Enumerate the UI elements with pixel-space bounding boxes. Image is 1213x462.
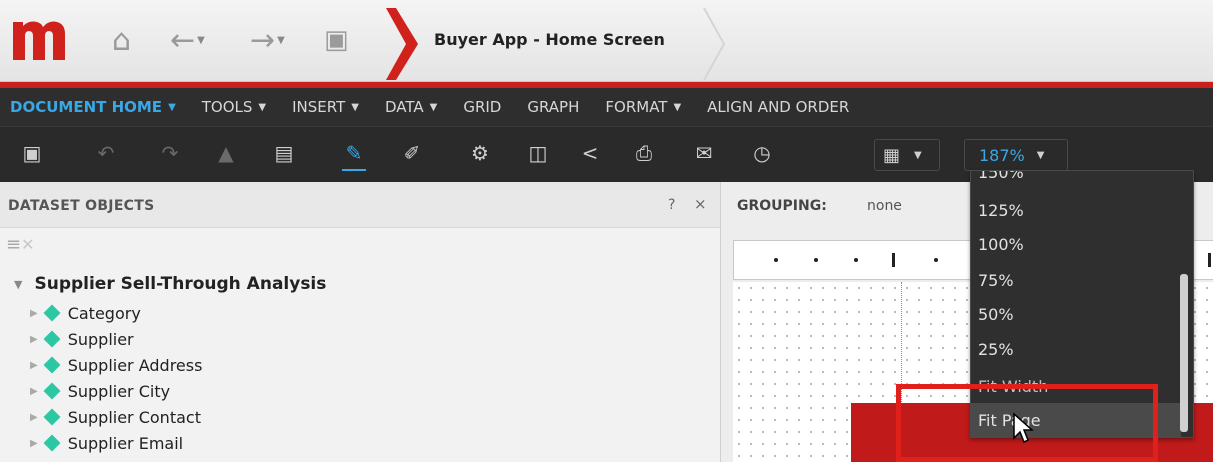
dataset-tools: ≡✕ [6,234,35,255]
chevron-down-icon: ▼ [351,101,359,113]
close-button[interactable]: × [694,195,707,213]
breadcrumb-title[interactable]: Buyer App - Home Screen [434,30,665,49]
menu-tools[interactable]: TOOLS ▼ [202,98,266,116]
panel-header: DATASET OBJECTS ? × [0,182,720,228]
expand-icon[interactable]: ▶ [30,308,38,319]
menu-data[interactable]: DATA ▼ [385,98,437,116]
save-as-icon[interactable]: ◫ [524,139,552,167]
ruler-tick [934,258,938,262]
grouping-value[interactable]: none [867,198,902,214]
attribute-icon [43,304,61,322]
format-painter-icon[interactable]: ▲ [212,139,240,167]
home-icon[interactable]: ⌂ [112,22,131,58]
add-dataset-icon[interactable]: ⚙ [466,139,494,167]
undo-icon[interactable]: ↶ [92,139,120,167]
remove-dataset-icon[interactable]: ✕ [21,235,34,254]
collapse-icon[interactable]: ▼ [14,278,22,291]
insert-grid-dropdown[interactable]: ▦ ▼ [874,139,940,171]
dataset-objects-panel: DATASET OBJECTS ? × ≡✕ ▼ Supplier Sell-T… [0,182,720,462]
menu-graph[interactable]: GRAPH [527,98,579,116]
microstrategy-logo-icon [13,21,65,60]
menu-bar: DOCUMENT HOME ▼ TOOLS ▼ INSERT ▼ DATA ▼ GRID… [0,88,1213,126]
share-icon[interactable]: < [576,139,604,167]
tree-item[interactable]: ▶ Supplier City [30,380,170,402]
menu-format[interactable]: FORMAT ▼ [605,98,681,116]
back-icon[interactable]: ← ▼ [170,22,205,58]
zoom-select[interactable]: 187% ▼ [964,139,1068,171]
export-icon[interactable]: ▤ [270,139,298,167]
zoom-option[interactable]: 75% [971,263,1181,297]
menu-grid[interactable]: GRID [463,98,501,116]
attribute-icon [43,408,61,426]
ruler-tick [774,258,778,262]
zoom-value: 187% [979,145,1025,165]
chevron-down-icon: ▼ [429,101,438,113]
attribute-icon [43,356,61,374]
zoom-option[interactable]: 125% [971,193,1181,227]
help-button[interactable]: ? [668,197,675,213]
attribute-icon [43,382,61,400]
ruler-mark [1208,253,1211,267]
dataset-root[interactable]: ▼ Supplier Sell-Through Analysis [14,274,326,294]
panel-title: DATASET OBJECTS [8,198,155,214]
forward-icon[interactable]: → ▼ [250,22,285,58]
zoom-option[interactable]: 100% [971,227,1181,261]
menu-align-and-order[interactable]: ALIGN AND ORDER [707,98,849,116]
zoom-menu-scrollbar[interactable] [1180,274,1188,432]
expand-icon[interactable]: ▶ [30,386,38,397]
design-mode-icon[interactable]: ✎ [340,139,368,171]
ruler-mark [892,253,895,267]
expand-icon[interactable]: ▶ [30,412,38,423]
subscribe-icon[interactable]: ✉ [690,139,718,167]
tree-item[interactable]: ▶ Category [30,302,141,324]
breadcrumb-end-icon [703,7,726,81]
add-dataset-icon[interactable]: ≡ [6,234,21,255]
edit-mode-icon[interactable]: ✐ [398,139,426,167]
zoom-option[interactable]: 25% [971,332,1181,366]
tree-item[interactable]: ▶ Supplier Address [30,354,202,376]
tree-item[interactable]: ▶ Supplier Email [30,432,183,454]
chevron-down-icon: ▼ [914,149,922,161]
save-icon[interactable]: ▣ [18,139,46,167]
grouping-label: GROUPING: [737,198,827,214]
expand-icon[interactable]: ▶ [30,334,38,345]
chevron-down-icon: ▼ [1036,149,1045,161]
print-icon[interactable]: ⎙ [630,139,658,167]
title-bar: ⌂ ← ▼ → ▼ ▣ Buyer App - Home Screen [0,0,1213,82]
folder-up-icon[interactable]: ▣ [324,22,349,58]
expand-icon[interactable]: ▶ [30,360,38,371]
schedule-icon[interactable]: ◷ [748,139,776,167]
ruler-tick [814,258,818,262]
menu-insert[interactable]: INSERT ▼ [292,98,359,116]
chevron-down-icon: ▼ [258,101,267,113]
breadcrumb-arrow-icon [386,8,418,80]
tree-item[interactable]: ▶ Supplier Contact [30,406,201,428]
tree-item[interactable]: ▶ Supplier [30,328,134,350]
zoom-option[interactable]: 150% [971,171,1181,189]
grid-icon: ▦ [883,144,901,166]
expand-icon[interactable]: ▶ [30,438,38,449]
attribute-icon [43,434,61,452]
chevron-down-icon: ▼ [673,101,682,113]
dataset-root-label: Supplier Sell-Through Analysis [34,274,327,294]
attribute-icon [43,330,61,348]
ruler-tick [854,258,858,262]
chevron-down-icon: ▼ [168,101,176,113]
redo-icon[interactable]: ↷ [156,139,184,167]
mouse-cursor-icon [1013,412,1034,444]
zoom-option[interactable]: 50% [971,297,1181,331]
menu-document-home[interactable]: DOCUMENT HOME ▼ [10,98,176,116]
